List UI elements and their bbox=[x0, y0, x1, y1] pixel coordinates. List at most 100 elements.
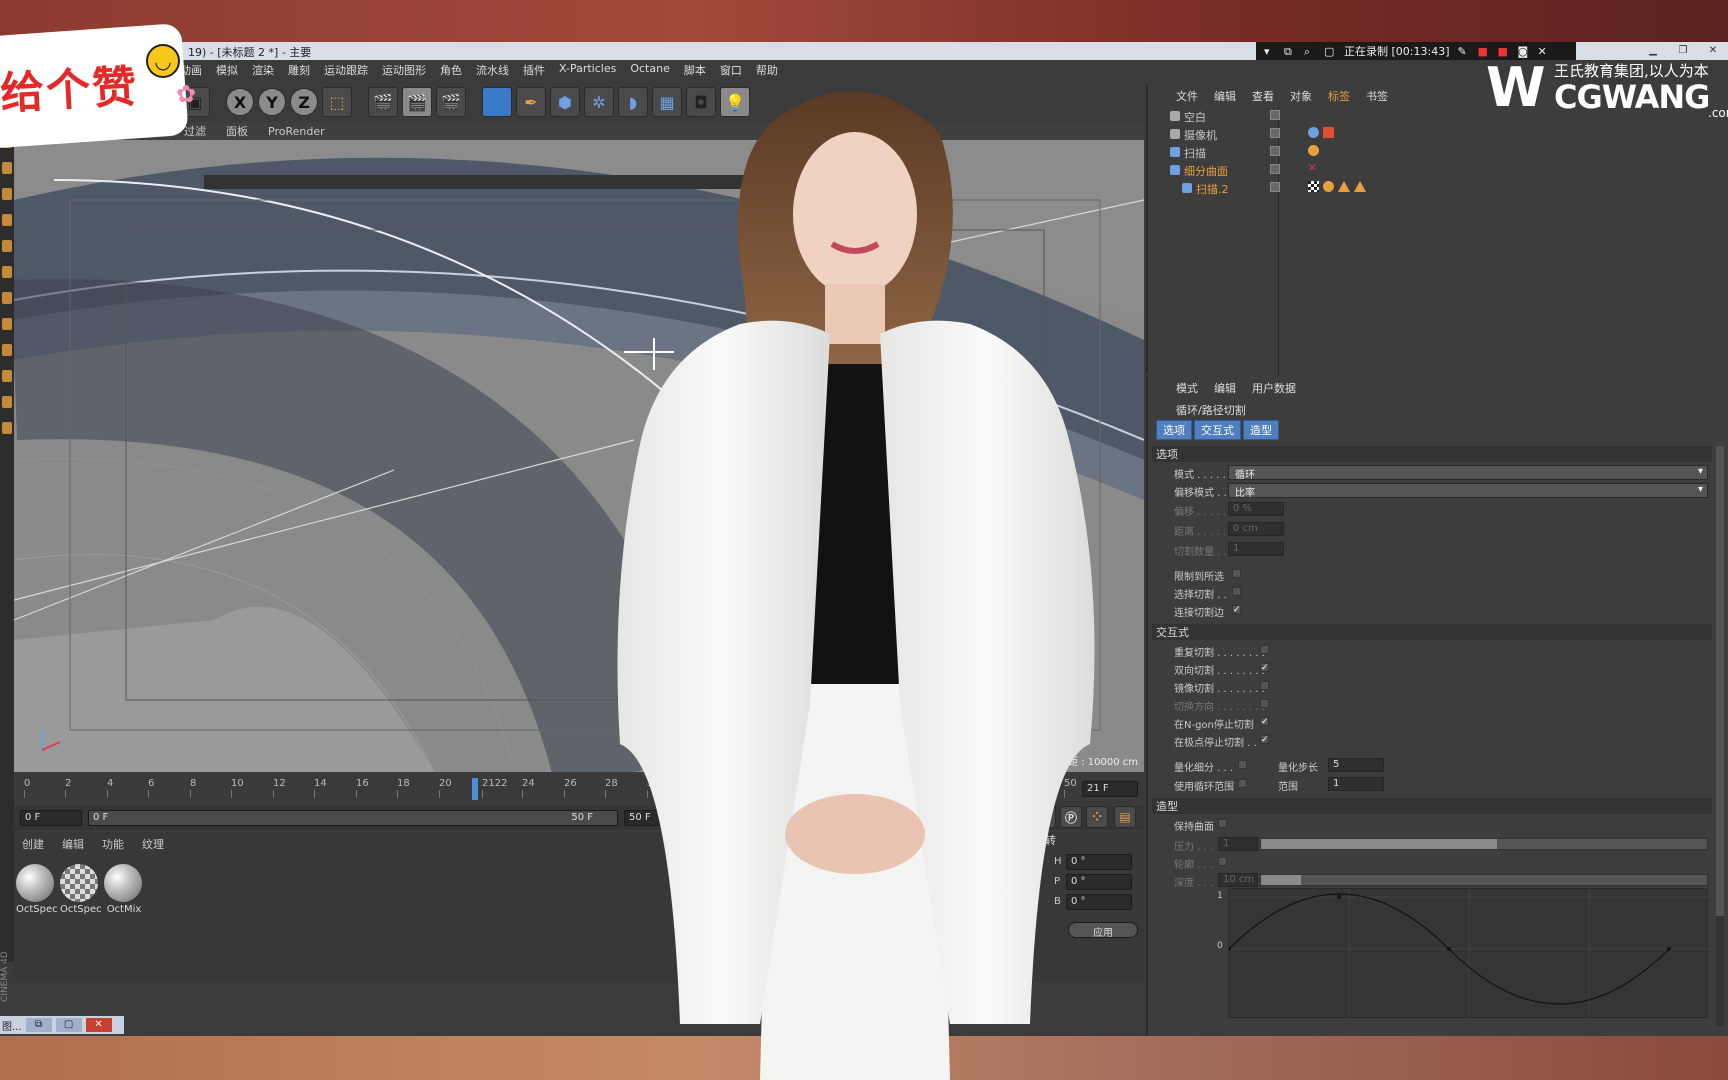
profile-curve-graph[interactable]: 1 0 bbox=[1217, 888, 1709, 1019]
om-menu-tags[interactable]: 标签 bbox=[1328, 88, 1350, 104]
viewport-menu-prorender[interactable]: ProRender bbox=[268, 125, 325, 138]
section-interactive[interactable]: 交互式 bbox=[1152, 624, 1712, 640]
select-edges-checkbox[interactable]: ✓ bbox=[1232, 605, 1241, 615]
mode-dropdown[interactable]: 循环 bbox=[1228, 465, 1708, 481]
visibility-toggle[interactable] bbox=[1270, 164, 1280, 174]
material-item[interactable]: OctMix bbox=[104, 864, 144, 915]
primitive-cube-icon[interactable] bbox=[482, 87, 512, 117]
material-item[interactable]: OctSpec bbox=[60, 864, 102, 915]
maximize-small-icon[interactable]: ▢ bbox=[55, 1018, 82, 1032]
texture-tag-icon[interactable] bbox=[1308, 181, 1319, 192]
target-tag-icon[interactable] bbox=[1308, 127, 1319, 138]
om-menu-bookmarks[interactable]: 书签 bbox=[1366, 88, 1388, 104]
quantize-checkbox[interactable] bbox=[1238, 760, 1247, 769]
pressure-slider[interactable] bbox=[1260, 838, 1708, 850]
am-menu-userdata[interactable]: 用户数据 bbox=[1252, 380, 1296, 396]
warning-tag-icon[interactable] bbox=[1354, 181, 1366, 192]
render-view-icon[interactable]: 🎬 bbox=[368, 87, 398, 117]
om-menu-edit[interactable]: 编辑 bbox=[1214, 88, 1236, 104]
restrict-checkbox[interactable] bbox=[1232, 569, 1241, 578]
timeline-playhead[interactable] bbox=[472, 778, 478, 800]
quantize-step-field[interactable]: 5 bbox=[1328, 758, 1384, 772]
viewport-menu-panel[interactable]: 面板 bbox=[226, 123, 248, 139]
am-menu-mode[interactable]: 模式 bbox=[1176, 380, 1198, 396]
restore-icon[interactable]: ⧉ bbox=[25, 1018, 52, 1032]
phong-tag-icon[interactable] bbox=[1308, 145, 1319, 156]
om-menu-file[interactable]: 文件 bbox=[1176, 88, 1198, 104]
object-row[interactable]: 扫描.2 bbox=[1158, 180, 1718, 197]
frame-range-slider[interactable]: 0 F 50 F bbox=[88, 810, 618, 826]
offset-field[interactable]: 0 % bbox=[1228, 502, 1284, 516]
x-axis-button[interactable]: X bbox=[226, 88, 254, 116]
pressure-field[interactable]: 1 bbox=[1218, 837, 1258, 851]
material-menu-texture[interactable]: 纹理 bbox=[142, 836, 164, 852]
section-shape[interactable]: 造型 bbox=[1152, 798, 1712, 814]
tool-icon[interactable] bbox=[2, 240, 12, 252]
menu-item[interactable]: 渲染 bbox=[252, 62, 274, 80]
disabled-x-icon[interactable]: ✕ bbox=[1308, 163, 1319, 174]
pen-tool-icon[interactable]: ✒ bbox=[516, 87, 546, 117]
menu-item[interactable]: 插件 bbox=[523, 62, 545, 80]
film-icon[interactable]: ▤ bbox=[1114, 806, 1136, 828]
profile-checkbox[interactable] bbox=[1218, 857, 1227, 866]
tool-icon[interactable] bbox=[2, 188, 12, 200]
window-icon[interactable]: ▢ bbox=[1324, 45, 1336, 58]
tool-icon[interactable] bbox=[2, 396, 12, 408]
use-loop-checkbox[interactable] bbox=[1238, 779, 1247, 788]
coord-system-icon[interactable]: ⬚ bbox=[322, 87, 352, 117]
tab-shape[interactable]: 造型 bbox=[1243, 420, 1279, 440]
material-menu-function[interactable]: 功能 bbox=[102, 836, 124, 852]
ngon-stop-checkbox[interactable]: ✓ bbox=[1260, 717, 1269, 727]
z-axis-button[interactable]: Z bbox=[290, 88, 318, 116]
start-frame-field[interactable]: 0 F bbox=[20, 810, 82, 826]
cut-direction-checkbox[interactable] bbox=[1260, 699, 1269, 708]
range-field[interactable]: 1 bbox=[1328, 777, 1384, 791]
tool-icon[interactable] bbox=[2, 318, 12, 330]
offset-mode-dropdown[interactable]: 比率 bbox=[1228, 483, 1708, 499]
menu-item[interactable]: 角色 bbox=[440, 62, 462, 80]
visibility-toggle[interactable] bbox=[1270, 146, 1280, 156]
tool-icon[interactable] bbox=[2, 292, 12, 304]
material-menu-create[interactable]: 创建 bbox=[22, 836, 44, 852]
warning-tag-icon[interactable] bbox=[1338, 181, 1350, 192]
subdivision-icon[interactable]: ⬢ bbox=[550, 87, 580, 117]
select-cuts-checkbox[interactable] bbox=[1232, 587, 1241, 596]
object-row[interactable]: 摄像机 bbox=[1158, 126, 1718, 143]
camera-tag-icon[interactable] bbox=[1323, 127, 1334, 138]
menu-item[interactable]: 模拟 bbox=[216, 62, 238, 80]
pen-icon[interactable]: ✎ bbox=[1457, 45, 1469, 58]
pole-stop-checkbox[interactable]: ✓ bbox=[1260, 735, 1269, 745]
render-picture-viewer-icon[interactable]: 🎬 bbox=[402, 87, 432, 117]
tool-icon[interactable] bbox=[2, 344, 12, 356]
close-small-icon[interactable]: ✕ bbox=[85, 1018, 112, 1032]
depth-field[interactable]: 10 cm bbox=[1218, 873, 1258, 887]
menu-item[interactable]: 流水线 bbox=[476, 62, 509, 80]
mirror-checkbox[interactable] bbox=[1260, 681, 1269, 690]
overlap-checkbox[interactable] bbox=[1260, 645, 1269, 654]
tab-interactive[interactable]: 交互式 bbox=[1194, 420, 1241, 440]
menu-item[interactable]: X-Particles bbox=[559, 62, 616, 80]
visibility-toggle[interactable] bbox=[1270, 182, 1280, 192]
cuts-field[interactable]: 1 bbox=[1228, 542, 1284, 556]
am-menu-edit[interactable]: 编辑 bbox=[1214, 380, 1236, 396]
om-menu-object[interactable]: 对象 bbox=[1290, 88, 1312, 104]
search-icon[interactable]: ⌕ bbox=[1304, 45, 1316, 58]
dropdown-icon[interactable]: ▾ bbox=[1264, 45, 1276, 58]
distance-field[interactable]: 0 cm bbox=[1228, 522, 1284, 536]
object-row[interactable]: 细分曲面 ✕ bbox=[1158, 162, 1718, 179]
bidirectional-checkbox[interactable]: ✓ bbox=[1260, 663, 1269, 673]
material-menu-edit[interactable]: 编辑 bbox=[62, 836, 84, 852]
object-row[interactable]: 扫描 bbox=[1158, 144, 1718, 161]
om-menu-view[interactable]: 查看 bbox=[1252, 88, 1274, 104]
tool-icon[interactable] bbox=[2, 422, 12, 434]
tool-icon[interactable] bbox=[2, 370, 12, 382]
visibility-toggle[interactable] bbox=[1270, 110, 1280, 120]
menu-item[interactable]: 运动图形 bbox=[382, 62, 426, 80]
tool-icon[interactable] bbox=[2, 162, 12, 174]
windows-icon[interactable]: ⧉ bbox=[1284, 45, 1296, 58]
tool-icon[interactable] bbox=[2, 214, 12, 226]
render-settings-icon[interactable]: 🎬 bbox=[436, 87, 466, 117]
visibility-toggle[interactable] bbox=[1270, 128, 1280, 138]
keep-curve-checkbox[interactable] bbox=[1218, 819, 1227, 828]
material-item[interactable]: OctSpec bbox=[16, 864, 58, 915]
